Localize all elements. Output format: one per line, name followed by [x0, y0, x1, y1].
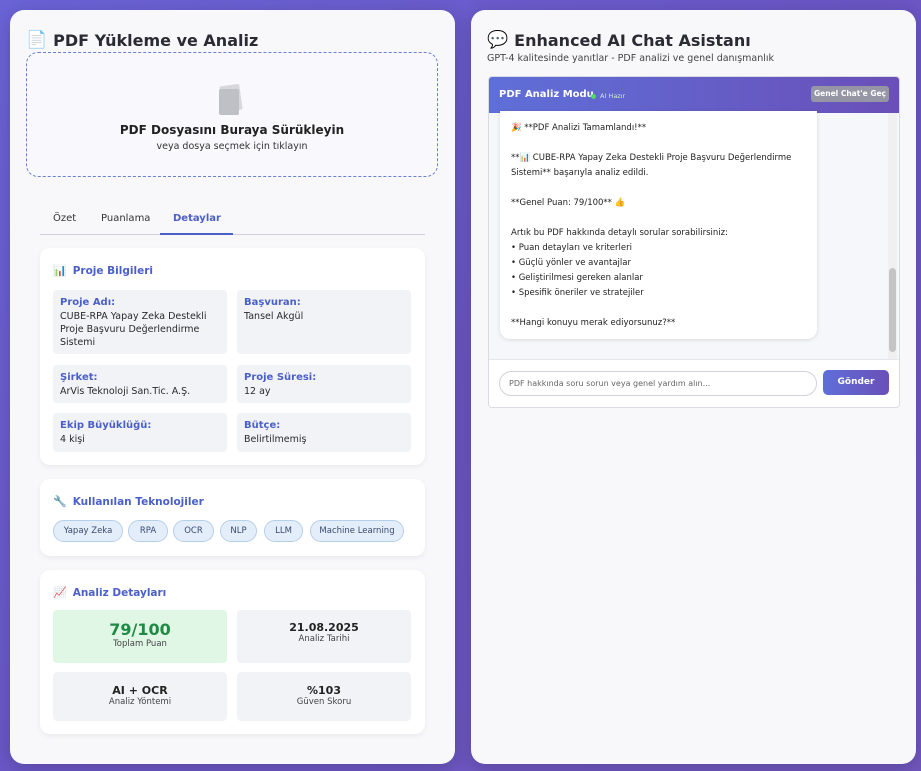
chat-window: PDF Analiz Modu AI Hazır Genel Chat'e Ge…: [488, 76, 900, 408]
total-score-cell: 79/100 Toplam Puan: [53, 610, 227, 663]
assistant-message: 🎉 **PDF Analizi Tamamlandı!** **📊 CUBE-R…: [500, 111, 817, 339]
analysis-method-value: AI + OCR: [112, 684, 168, 697]
send-button[interactable]: Gönder: [823, 370, 889, 395]
tech-tag: LLM: [264, 520, 303, 542]
field-team-size: Ekip Büyüklüğü: 4 kişi: [53, 413, 227, 452]
drop-zone-title: PDF Dosyasını Buraya Sürükleyin: [119, 123, 345, 137]
confidence-score-label: Güven Skoru: [296, 697, 352, 707]
analysis-method-cell: AI + OCR Analiz Yöntemi: [53, 672, 227, 721]
chat-messages[interactable]: 🎉 **PDF Analizi Tamamlandı!** **📊 CUBE-R…: [489, 111, 899, 359]
tech-tag: Machine Learning: [310, 520, 404, 542]
chat-mode-label: PDF Analiz Modu: [499, 89, 594, 100]
tab-detaylar[interactable]: Detaylar: [160, 213, 233, 235]
chat-subtitle: GPT-4 kalitesinde yanıtlar - PDF analizi…: [487, 53, 775, 64]
tech-tag: RPA: [128, 520, 168, 542]
analysis-date-label: Analiz Tarihi: [298, 634, 350, 644]
speech-bubble-icon: 💬: [487, 30, 509, 50]
switch-to-general-chat-button[interactable]: Genel Chat'e Geç: [811, 86, 889, 102]
analysis-date-value: 21.08.2025: [289, 621, 359, 634]
technologies-card: 🔧 Kullanılan Teknolojiler Yapay Zeka RPA…: [40, 479, 425, 556]
field-duration: Proje Süresi: 12 ay: [237, 365, 411, 403]
ai-chat-panel: 💬 Enhanced AI Chat Asistanı GPT-4 kalite…: [471, 10, 916, 764]
analysis-method-label: Analiz Yöntemi: [108, 697, 172, 707]
scrollbar-thumb[interactable]: [889, 268, 896, 352]
drop-zone-subtitle: veya dosya seçmek için tıklayın: [156, 141, 308, 152]
field-applicant: Başvuran: Tansel Akgül: [237, 290, 411, 354]
analysis-title: 📈 Analiz Detayları: [53, 586, 167, 599]
total-score-label: Toplam Puan: [113, 639, 167, 649]
analysis-date-cell: 21.08.2025 Analiz Tarihi: [237, 610, 411, 663]
confidence-score-cell: %103 Güven Skoru: [237, 672, 411, 721]
project-info-card: 📊 Proje Bilgileri Proje Adı: CUBE-RPA Ya…: [40, 248, 425, 465]
tech-tag: NLP: [220, 520, 257, 542]
tech-tag: Yapay Zeka: [53, 520, 123, 542]
chat-input[interactable]: [499, 371, 817, 396]
technologies-title: 🔧 Kullanılan Teknolojiler: [53, 495, 204, 508]
tab-ozet[interactable]: Özet: [53, 213, 76, 235]
bar-chart-icon: 📊: [53, 264, 67, 277]
status-dot-icon: [591, 94, 596, 99]
tech-tag: OCR: [173, 520, 214, 542]
project-info-title: 📊 Proje Bilgileri: [53, 264, 153, 277]
document-icon: [217, 83, 243, 115]
tab-puanlama[interactable]: Puanlama: [101, 213, 150, 235]
confidence-score-value: %103: [307, 684, 341, 697]
chat-input-row: Gönder: [489, 359, 899, 407]
chat-panel-title: 💬 Enhanced AI Chat Asistanı: [487, 30, 751, 50]
pdf-panel-title: 📄 PDF Yükleme ve Analiz: [26, 30, 259, 50]
wrench-icon: 🔧: [53, 495, 67, 508]
field-budget: Bütçe: Belirtilmemiş: [237, 413, 411, 452]
trend-chart-icon: 📈: [53, 586, 67, 599]
chat-scrollbar[interactable]: [888, 113, 897, 359]
ai-status-label: AI Hazır: [600, 92, 626, 100]
total-score-value: 79/100: [109, 620, 171, 639]
pdf-upload-panel: 📄 PDF Yükleme ve Analiz PDF Dosyasını Bu…: [10, 10, 455, 764]
analysis-tabs: Özet Puanlama Detaylar: [40, 210, 425, 235]
chat-header: PDF Analiz Modu AI Hazır Genel Chat'e Ge…: [489, 77, 899, 113]
field-project-name: Proje Adı: CUBE-RPA Yapay Zeka Destekli …: [53, 290, 227, 354]
pdf-drop-zone[interactable]: PDF Dosyasını Buraya Sürükleyin veya dos…: [26, 52, 438, 177]
document-icon: 📄: [26, 30, 48, 50]
analysis-card: 📈 Analiz Detayları 79/100 Toplam Puan 21…: [40, 570, 425, 734]
field-company: Şirket: ArVis Teknoloji San.Tic. A.Ş.: [53, 365, 227, 403]
